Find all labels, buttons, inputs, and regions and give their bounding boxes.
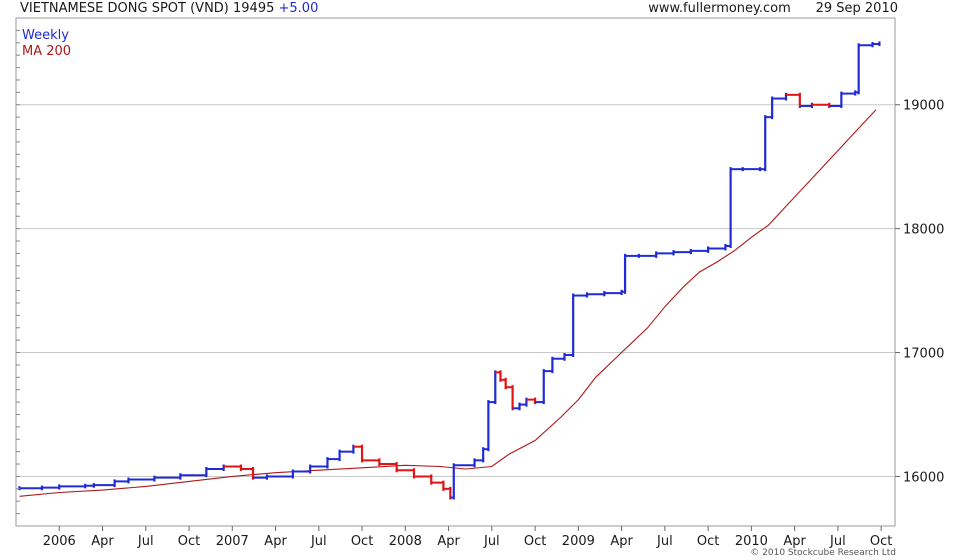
y-tick-label: 17000 (903, 347, 944, 362)
x-tick-label: Oct (870, 534, 892, 549)
x-tick-label: Oct (351, 534, 373, 549)
plot-frame (15, 17, 896, 527)
y-tick-label: 19000 (903, 99, 944, 114)
x-tick-label: Apr (783, 534, 806, 549)
x-tick-label: Jul (137, 534, 154, 549)
x-tick-label: 2009 (562, 534, 595, 549)
x-axis: 2006 Apr Jul Oct 2007 Apr Jul Oct 2008 Apr Jul Oct 2… (43, 526, 892, 549)
x-tick-label: Oct (178, 534, 200, 549)
x-tick-label: Apr (264, 534, 287, 549)
x-tick-label: Apr (437, 534, 460, 549)
chart-svg: 16000 17000 18000 19000 2006 Apr Jul Oct 2007 Ap… (15, 17, 944, 549)
x-tick-label: Apr (610, 534, 633, 549)
x-tick-label: 2008 (389, 534, 422, 549)
x-tick-label: Oct (697, 534, 719, 549)
x-tick-label: 2006 (43, 534, 76, 549)
x-tick-label: Apr (91, 534, 114, 549)
copyright: © 2010 Stockcube Research Ltd (750, 548, 896, 558)
grid (16, 104, 895, 477)
x-tick-label: Jul (483, 534, 500, 549)
ma-series (19, 109, 877, 497)
x-tick-label: Oct (524, 534, 546, 549)
y-tick-label: 18000 (903, 223, 944, 238)
price-series (18, 41, 881, 500)
x-tick-label: Jul (310, 534, 327, 549)
x-tick-label: 2007 (216, 534, 249, 549)
y-axis: 16000 17000 18000 19000 (16, 29, 944, 515)
x-tick-label: 2010 (735, 534, 768, 549)
x-tick-label: Jul (656, 534, 673, 549)
ma-line (19, 109, 877, 497)
y-tick-label: 16000 (903, 470, 944, 485)
x-tick-label: Jul (829, 534, 846, 549)
